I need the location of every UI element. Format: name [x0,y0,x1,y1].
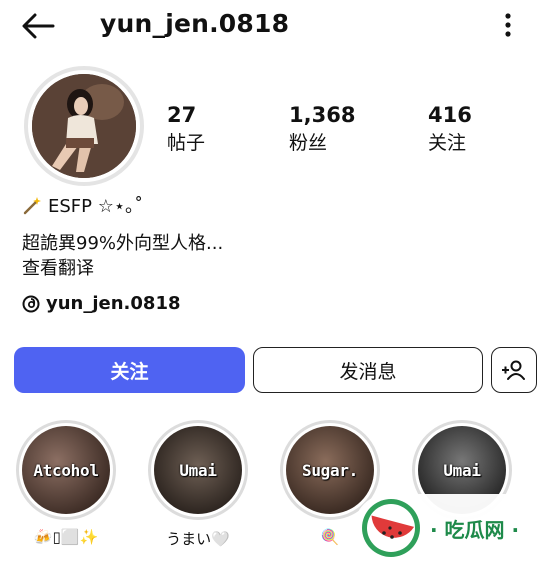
page-title: yun_jen.0818 [100,9,290,38]
highlight-label: 🍻▯⬜✨ [33,528,99,546]
highlight-cover: Umai [154,426,242,514]
message-button[interactable]: 发消息 [253,347,483,393]
profile-avatar-ring[interactable] [24,66,144,186]
suggested-accounts-button[interactable] [491,347,537,393]
avatar-photo [32,74,136,178]
story-highlight[interactable]: Umai うまい🤍 [148,420,248,549]
highlight-cover: Atcohol [22,426,110,514]
add-person-icon [502,360,525,380]
story-highlight[interactable]: Atcohol 🍻▯⬜✨ [16,420,116,546]
followers-stat[interactable]: 1,368 粉丝 [289,102,355,156]
top-bar: yun_jen.0818 [0,0,550,52]
watermelon-logo-icon [362,499,420,557]
site-watermark: · 吃瓜网 · [354,494,544,562]
watermark-text: · 吃瓜网 · [430,517,520,542]
highlight-ring: Atcohol [16,420,116,520]
back-button[interactable] [18,8,58,44]
highlight-label: うまい🤍 [166,530,230,548]
followers-count: 1,368 [289,103,356,127]
following-count: 416 [428,103,472,127]
follow-button[interactable]: 关注 [14,347,245,393]
more-options-button[interactable] [496,10,520,40]
posts-label: 帖子 [167,132,206,154]
highlight-cover-title: Umai [179,460,217,480]
bio-line-mbti: ESFP ☆⋆｡˚ [22,192,143,218]
following-label: 关注 [428,132,467,154]
following-stat[interactable]: 416 关注 [428,102,472,156]
threads-handle: yun_jen.0818 [46,293,181,314]
highlight-ring: Umai [148,420,248,520]
highlight-cover-title: Atcohol [33,460,99,480]
threads-icon [22,295,40,312]
bio-mbti-text: ESFP ☆⋆｡˚ [48,196,144,217]
bio-line-description: 超詭異99%外向型人格... [22,233,224,254]
avatar[interactable] [32,74,136,178]
posts-count: 27 [167,103,197,127]
see-translation-link[interactable]: 查看翻译 [22,254,94,280]
more-vertical-icon [505,13,511,37]
magic-wand-icon [23,197,41,215]
posts-stat[interactable]: 27 帖子 [167,102,205,156]
highlight-cover-title: Sugar. [302,460,358,480]
threads-link[interactable]: yun_jen.0818 [22,293,181,314]
back-arrow-icon [22,13,55,39]
followers-label: 粉丝 [289,132,328,154]
highlight-cover-title: Umai [443,460,481,480]
